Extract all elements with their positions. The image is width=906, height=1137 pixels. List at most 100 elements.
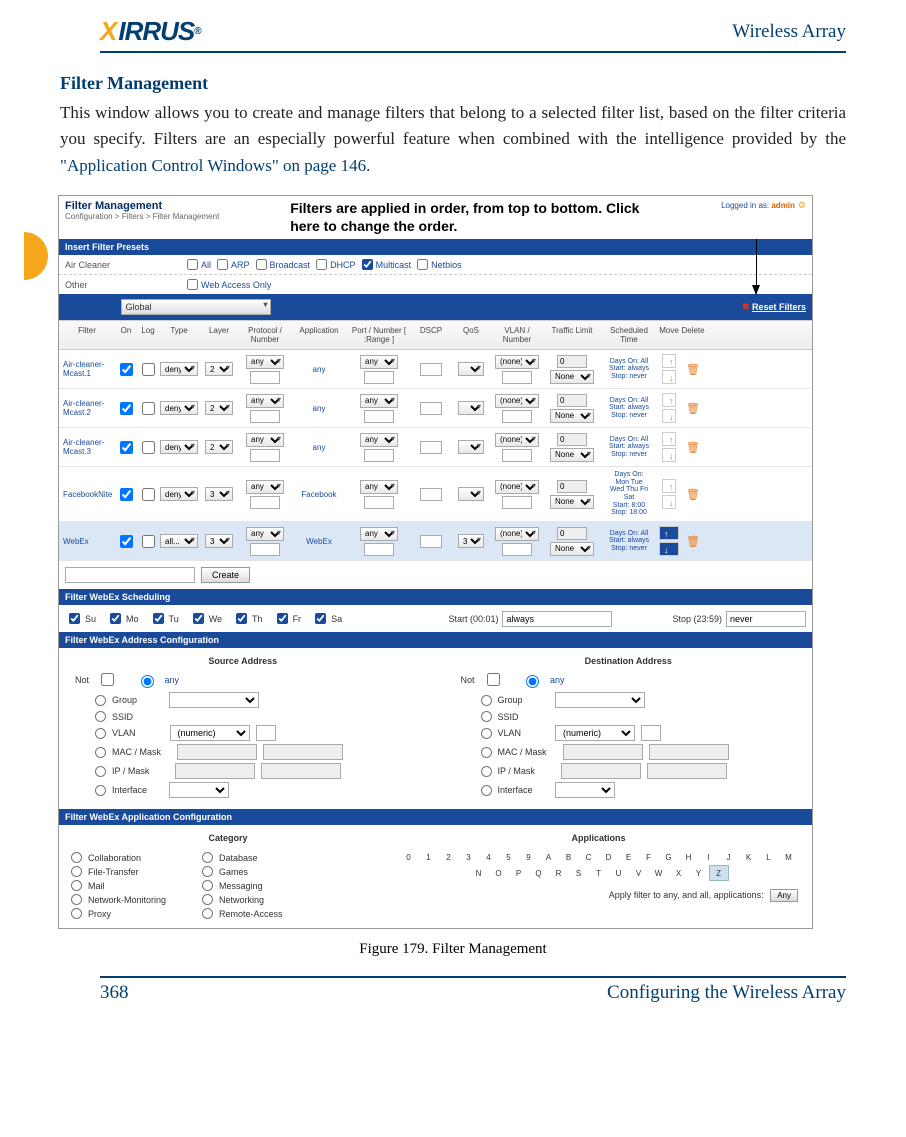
gear-icon[interactable]: ⚙: [798, 200, 806, 210]
stop-input[interactable]: [726, 611, 806, 627]
filter-name[interactable]: WebEx: [59, 537, 115, 546]
proto-number-input[interactable]: [250, 496, 280, 509]
traffic-unit-select[interactable]: None: [550, 370, 594, 384]
cb-broadcast[interactable]: Broadcast: [256, 259, 311, 270]
alpha-letter[interactable]: Y: [689, 865, 709, 881]
qos-select[interactable]: 3: [458, 534, 484, 548]
start-input[interactable]: [502, 611, 612, 627]
port-select[interactable]: any: [360, 527, 398, 541]
day-sa[interactable]: Sa: [311, 610, 342, 627]
filter-name[interactable]: Air-cleaner-Mcast.1: [59, 360, 115, 378]
proto-select[interactable]: any: [246, 394, 284, 408]
dscp-input[interactable]: [420, 441, 442, 454]
cb-netbios[interactable]: Netbios: [417, 259, 462, 270]
port-select[interactable]: any: [360, 355, 398, 369]
create-button[interactable]: Create: [201, 567, 250, 583]
layer-select[interactable]: 2: [205, 362, 233, 376]
dst-vlan-num-input[interactable]: [641, 725, 661, 741]
cb-arp[interactable]: ARP: [217, 259, 250, 270]
alpha-letter[interactable]: N: [469, 865, 489, 881]
alpha-letter[interactable]: B: [559, 849, 579, 865]
alpha-letter[interactable]: 1: [419, 849, 439, 865]
layer-select[interactable]: 3: [205, 487, 233, 501]
day-mo[interactable]: Mo: [106, 610, 139, 627]
dst-ip-input[interactable]: [561, 763, 641, 779]
move-up-button[interactable]: ↑: [662, 354, 676, 368]
vlan-select[interactable]: (none): [495, 433, 539, 447]
src-mac-radio[interactable]: [95, 747, 106, 758]
src-ip-radio[interactable]: [95, 766, 106, 777]
alpha-letter[interactable]: F: [639, 849, 659, 865]
dst-iface-select[interactable]: [555, 782, 615, 798]
alpha-letter[interactable]: 5: [499, 849, 519, 865]
port-number-input[interactable]: [364, 543, 394, 556]
qos-select[interactable]: [458, 401, 484, 415]
proto-number-input[interactable]: [250, 543, 280, 556]
day-tu[interactable]: Tu: [149, 610, 179, 627]
src-ip-input[interactable]: [175, 763, 255, 779]
port-number-input[interactable]: [364, 371, 394, 384]
dst-vlan-select[interactable]: (numeric): [555, 725, 635, 741]
alpha-letter[interactable]: 3: [459, 849, 479, 865]
on-checkbox[interactable]: [120, 402, 133, 415]
src-vlan-num-input[interactable]: [256, 725, 276, 741]
layer-select[interactable]: 2: [205, 401, 233, 415]
move-down-button[interactable]: ↓: [659, 542, 679, 556]
src-group-radio[interactable]: [95, 695, 106, 706]
reset-filters-link[interactable]: Reset Filters: [752, 302, 806, 312]
log-checkbox[interactable]: [142, 402, 155, 415]
dst-group-select[interactable]: [555, 692, 645, 708]
traffic-input[interactable]: [557, 480, 587, 493]
cb-multicast[interactable]: Multicast: [362, 259, 412, 270]
vlan-select[interactable]: (none): [495, 480, 539, 494]
port-select[interactable]: any: [360, 480, 398, 494]
app-cell[interactable]: any: [291, 443, 347, 452]
day-fr[interactable]: Fr: [273, 610, 302, 627]
vlan-number-input[interactable]: [502, 543, 532, 556]
alpha-letter[interactable]: 2: [439, 849, 459, 865]
alpha-letter[interactable]: E: [619, 849, 639, 865]
type-select[interactable]: deny: [160, 440, 198, 454]
type-select[interactable]: deny: [160, 401, 198, 415]
alpha-letter[interactable]: V: [629, 865, 649, 881]
src-mac-mask-input[interactable]: [263, 744, 343, 760]
traffic-unit-select[interactable]: None: [550, 495, 594, 509]
day-th[interactable]: Th: [232, 610, 263, 627]
proto-number-input[interactable]: [250, 410, 280, 423]
filter-name[interactable]: Air-cleaner-Mcast.3: [59, 438, 115, 456]
qos-select[interactable]: [458, 487, 484, 501]
trash-icon[interactable]: 🗑: [686, 442, 700, 454]
move-up-button[interactable]: ↑: [662, 393, 676, 407]
alpha-letter[interactable]: J: [719, 849, 739, 865]
move-up-button[interactable]: ↑: [659, 526, 679, 540]
dst-ssid-radio[interactable]: [481, 711, 492, 722]
type-select[interactable]: deny: [160, 362, 198, 376]
on-checkbox[interactable]: [120, 363, 133, 376]
qos-select[interactable]: [458, 440, 484, 454]
alpha-letter[interactable]: D: [599, 849, 619, 865]
log-checkbox[interactable]: [142, 535, 155, 548]
src-vlan-radio[interactable]: [95, 728, 106, 739]
alpha-letter[interactable]: I: [699, 849, 719, 865]
src-ssid-radio[interactable]: [95, 711, 106, 722]
alpha-letter[interactable]: W: [649, 865, 669, 881]
move-down-button[interactable]: ↓: [662, 409, 676, 423]
alpha-letter[interactable]: Z: [709, 865, 729, 881]
qos-select[interactable]: [458, 362, 484, 376]
cat-proxy-radio[interactable]: [71, 908, 82, 919]
trash-icon[interactable]: 🗑: [686, 403, 700, 415]
layer-select[interactable]: 3: [205, 534, 233, 548]
trash-icon[interactable]: 🗑: [686, 536, 700, 548]
on-checkbox[interactable]: [120, 441, 133, 454]
dst-ip-mask-input[interactable]: [647, 763, 727, 779]
traffic-unit-select[interactable]: None: [550, 409, 594, 423]
move-down-button[interactable]: ↓: [662, 495, 676, 509]
src-not-checkbox[interactable]: [101, 673, 114, 686]
dst-ip-radio[interactable]: [481, 766, 492, 777]
intro-crossref-link[interactable]: "Application Control Windows" on page 14…: [60, 156, 366, 175]
alpha-letter[interactable]: R: [549, 865, 569, 881]
dscp-input[interactable]: [420, 363, 442, 376]
proto-select[interactable]: any: [246, 527, 284, 541]
traffic-unit-select[interactable]: None: [550, 542, 594, 556]
alpha-letter[interactable]: T: [589, 865, 609, 881]
